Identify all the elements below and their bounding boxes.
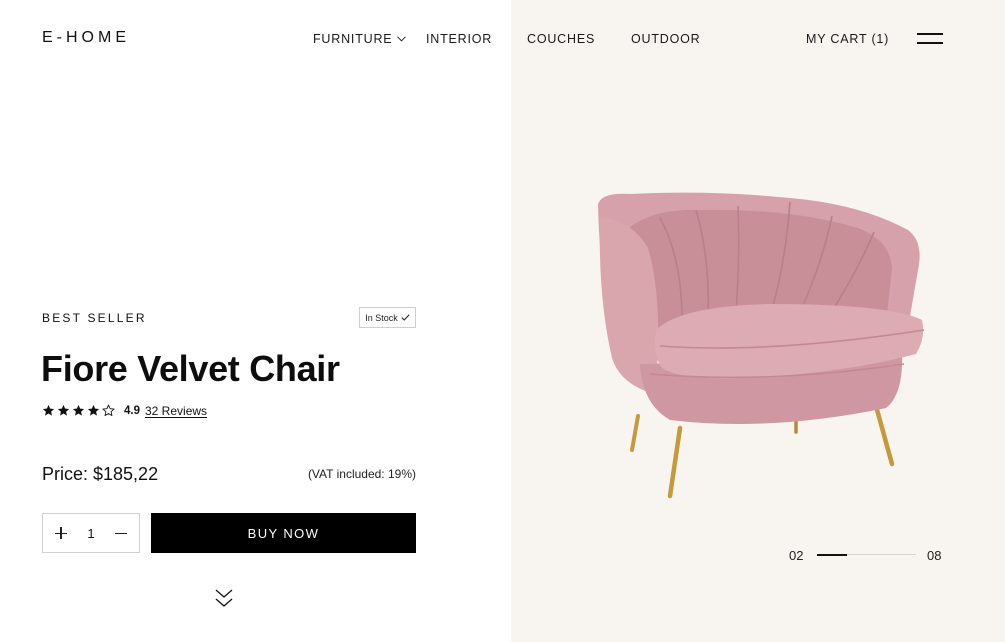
chair-leg xyxy=(667,425,683,499)
best-seller-label: BEST SELLER xyxy=(42,311,147,325)
gallery-progress-track[interactable] xyxy=(817,553,916,556)
rating-row: 4.9 32 Reviews xyxy=(42,403,207,418)
buy-now-button[interactable]: BUY NOW xyxy=(151,513,416,553)
reviews-link[interactable]: 32 Reviews xyxy=(145,404,207,418)
nav-item-outdoor[interactable]: OUTDOOR xyxy=(631,32,701,46)
quantity-stepper: 1 xyxy=(42,513,140,553)
gallery-current-index: 02 xyxy=(789,548,804,563)
brand-logo[interactable]: E-HOME xyxy=(42,29,130,47)
gallery-total-count: 08 xyxy=(927,548,942,563)
stock-label: In Stock xyxy=(365,312,398,323)
check-icon xyxy=(401,313,410,323)
hamburger-menu-icon[interactable] xyxy=(917,33,943,45)
chair-leg xyxy=(630,414,640,452)
chair-leg xyxy=(873,403,895,467)
vat-note: (VAT included: 19%) xyxy=(307,467,416,481)
product-image xyxy=(598,192,925,499)
product-title: Fiore Velvet Chair xyxy=(41,348,340,389)
stock-badge: In Stock xyxy=(359,307,416,328)
chevron-down-icon xyxy=(397,31,407,45)
star-filled-icon xyxy=(72,404,85,417)
plus-icon[interactable] xyxy=(54,526,68,540)
minus-icon[interactable] xyxy=(114,526,128,540)
product-price: Price: $185,22 xyxy=(42,464,159,484)
cart-link[interactable]: MY CART (1) xyxy=(806,32,889,46)
double-chevron-down-icon[interactable] xyxy=(214,588,234,610)
rating-value: 4.9 xyxy=(124,404,140,417)
star-rating xyxy=(42,404,115,417)
quantity-value[interactable]: 1 xyxy=(83,526,99,541)
star-filled-icon xyxy=(87,404,100,417)
gallery-progress-fill xyxy=(817,553,847,556)
nav-item-interior[interactable]: INTERIOR xyxy=(426,32,492,46)
star-filled-icon xyxy=(42,404,55,417)
nav-item-couches[interactable]: COUCHES xyxy=(527,32,595,46)
nav-item-furniture[interactable]: FURNITURE xyxy=(313,31,407,46)
nav-item-label: FURNITURE xyxy=(313,32,393,46)
star-filled-icon xyxy=(57,404,70,417)
star-empty-icon xyxy=(102,404,115,417)
